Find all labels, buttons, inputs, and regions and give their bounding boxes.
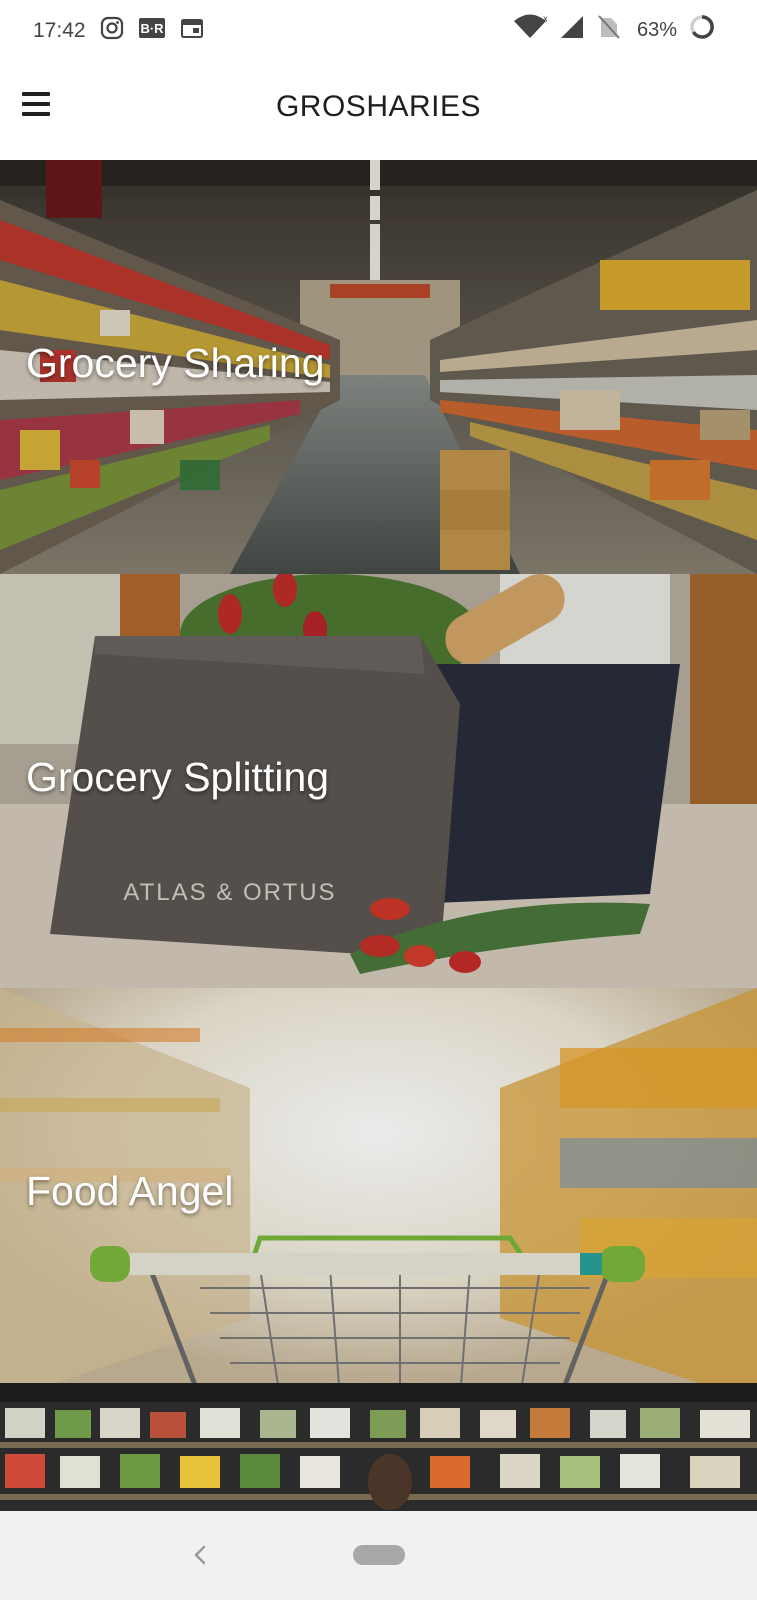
wifi-icon: x [513,14,548,46]
calendar-icon [180,17,204,45]
battery-icon [689,14,715,46]
back-chevron-icon[interactable] [188,1541,212,1569]
card-label: Food Angel [26,1168,234,1214]
screen: 17:42 B·R x 63% GROSHARIES Grocery Shari… [0,0,757,1600]
signal-icon [559,14,585,46]
battery-percent: 63% [636,18,677,41]
no-sim-icon [597,14,621,46]
card-label: Grocery Splitting [26,754,330,800]
instagram-icon [100,16,124,46]
svg-text:x: x [543,14,547,25]
app-bar: GROSHARIES [0,56,757,160]
card-grocery-splitting[interactable]: ATLAS & ORTUS Grocery Splitting [0,574,757,988]
home-pill-icon[interactable] [353,1545,405,1565]
status-left-group: 17:42 B·R [33,16,204,46]
card-food-angel[interactable]: Food Angel [0,988,757,1402]
status-time: 17:42 [33,19,86,42]
svg-text:B·R: B·R [140,21,164,36]
system-nav-bar [0,1511,757,1600]
status-bar: 17:42 B·R x 63% [0,0,757,56]
status-right-group: x 63% [513,14,715,46]
br-icon: B·R [138,17,166,45]
card-partial-produce[interactable] [0,1402,757,1511]
produce-shelf-image [0,1402,757,1511]
card-grocery-sharing[interactable]: Grocery Sharing [0,160,757,574]
app-title: GROSHARIES [275,90,482,123]
card-label: Grocery Sharing [26,340,325,386]
